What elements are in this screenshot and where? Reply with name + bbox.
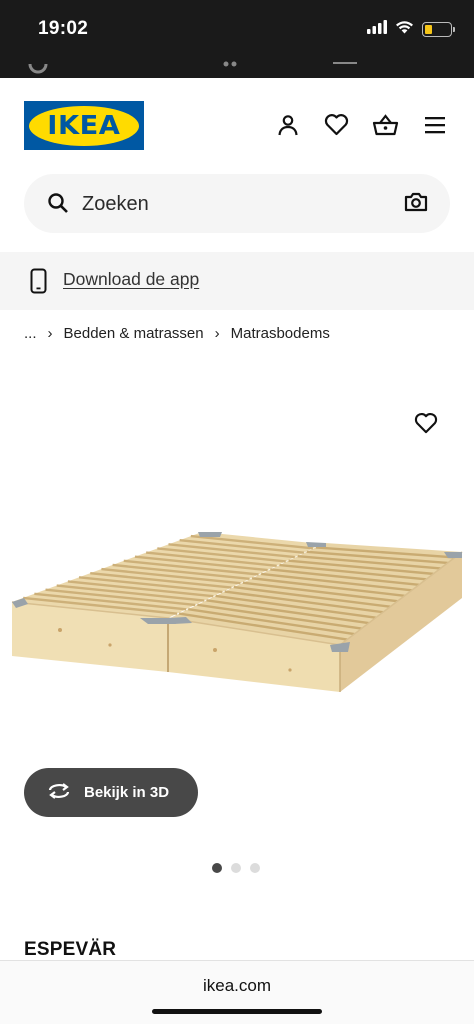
home-indicator[interactable] [152,1009,322,1014]
breadcrumb-separator-icon: › [47,325,53,342]
battery-icon [422,22,455,37]
add-to-favourites-heart-icon[interactable] [414,412,438,439]
view-in-3d-label: Bekijk in 3D [84,784,170,801]
heart-icon[interactable] [323,111,350,138]
app-download-banner: Download de app [0,252,474,310]
browser-url-bar[interactable]: ikea.com [0,960,474,1024]
breadcrumb-item[interactable]: ... [24,325,37,342]
view-in-3d-button[interactable]: Bekijk in 3D [24,768,198,817]
basket-icon[interactable] [372,111,399,138]
signal-icon [367,20,387,39]
download-app-link[interactable]: Download de app [63,269,199,290]
status-time: 19:02 [38,18,89,39]
search-bar [24,174,450,233]
product-name: ESPEVÄR [24,939,117,960]
ikea-logo[interactable]: IKEA [24,101,144,150]
menu-icon[interactable] [421,111,448,138]
carousel-dot[interactable] [212,863,222,873]
rotate-3d-icon [46,782,72,804]
search-icon[interactable] [47,192,69,219]
breadcrumb-item[interactable]: Matrasbodems [231,325,330,342]
battery-level [425,25,433,34]
logo-text: IKEA [47,110,121,141]
status-ghost-strip [0,60,474,78]
status-bar: 19:02 [0,0,474,78]
carousel-dot[interactable] [231,863,241,873]
product-image-bed-base [11,532,463,692]
partially-hidden-toolbar-icons [28,61,357,74]
breadcrumb: ... › Bedden & matrassen › Matrasbodems [24,325,330,342]
carousel-dot[interactable] [250,863,260,873]
search-input[interactable] [82,188,402,220]
breadcrumb-separator-icon: › [214,325,220,342]
camera-icon[interactable] [404,191,428,218]
phone-icon [30,268,47,299]
header-icons [274,111,448,138]
image-carousel-dots [212,863,260,873]
wifi-icon [395,20,414,39]
account-icon[interactable] [274,111,301,138]
breadcrumb-item[interactable]: Bedden & matrassen [64,325,204,342]
site-header: IKEA [0,78,474,172]
url-text[interactable]: ikea.com [0,976,474,996]
status-icons [367,20,455,39]
